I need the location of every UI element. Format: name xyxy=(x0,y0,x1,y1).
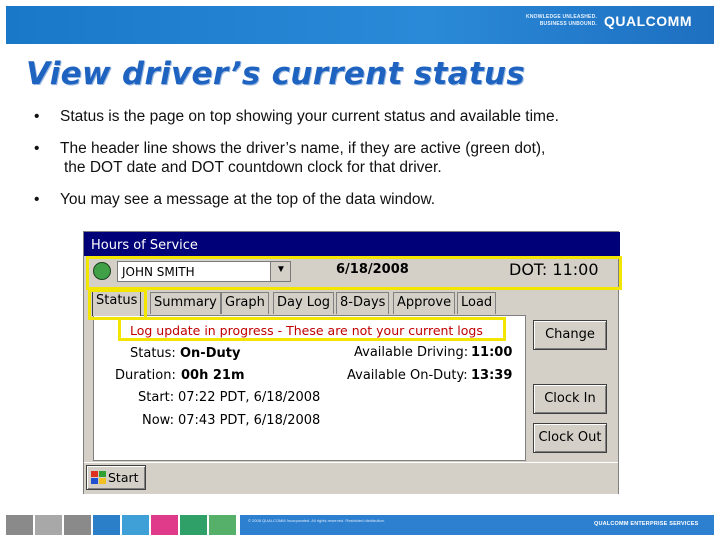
brand-tagline: KNOWLEDGE UNLEASHED. BUSINESS UNBOUND. xyxy=(526,14,597,27)
available-onduty-label: Available On-Duty: xyxy=(347,368,468,383)
change-button[interactable]: Change xyxy=(533,320,607,350)
tab-8-days[interactable]: 8-Days xyxy=(336,292,390,314)
bullet-dot-icon: • xyxy=(34,108,40,125)
driver-name: JOHN SMITH xyxy=(122,265,195,279)
footer-color-block xyxy=(209,515,236,535)
bullet-item: • You may see a message at the top of th… xyxy=(34,190,694,209)
tab-graph[interactable]: Graph xyxy=(221,292,269,314)
footer-color-block xyxy=(151,515,178,535)
dot-countdown-clock: DOT: 11:00 xyxy=(509,260,599,279)
active-status-dot-icon xyxy=(93,262,111,280)
start-label: Start xyxy=(108,470,139,485)
bullet-item: • The header line shows the driver’s nam… xyxy=(34,139,694,177)
now-value: 07:43 PDT, 6/18/2008 xyxy=(178,413,321,428)
start-button[interactable]: Start xyxy=(86,465,146,490)
available-driving-value: 11:00 xyxy=(471,345,513,360)
footer-brand: QUALCOMM ENTERPRISE SERVICES xyxy=(594,521,699,527)
chevron-down-icon: ▼ xyxy=(276,264,286,275)
footer-color-block xyxy=(93,515,120,535)
bullet-dot-icon: • xyxy=(34,191,40,208)
tab-summary[interactable]: Summary xyxy=(150,292,221,314)
status-label: Status: xyxy=(130,346,176,361)
available-driving-label: Available Driving: xyxy=(354,345,469,360)
footer-color-block xyxy=(6,515,33,535)
highlight-status-tab-box xyxy=(88,289,147,320)
start-value: 07:22 PDT, 6/18/2008 xyxy=(178,390,321,405)
taskbar xyxy=(84,462,618,494)
dropdown-button[interactable]: ▼ xyxy=(270,262,290,281)
tab-approve[interactable]: Approve xyxy=(393,292,456,314)
footer-color-block xyxy=(180,515,207,535)
windows-flag-icon xyxy=(91,471,106,485)
footer-copyright: © 2008 QUALCOMM Incorporated. All rights… xyxy=(248,518,386,523)
available-onduty-value: 13:39 xyxy=(471,368,513,383)
status-value: On-Duty xyxy=(180,346,241,361)
slide-title: View driver’s current status xyxy=(26,56,526,92)
dot-date: 6/18/2008 xyxy=(336,262,409,277)
start-label: Start: xyxy=(138,390,175,405)
bullet-list: • Status is the page on top showing your… xyxy=(34,107,694,222)
footer-color-block xyxy=(122,515,149,535)
brand-logo: QUALCOMM xyxy=(604,13,692,29)
log-update-message: Log update in progress - These are not y… xyxy=(118,317,506,341)
bullet-dot-icon: • xyxy=(34,140,40,157)
duration-label: Duration: xyxy=(115,368,176,383)
bullet-text-continued: the DOT date and DOT countdown clock for… xyxy=(64,159,442,176)
now-label: Now: xyxy=(142,413,174,428)
driver-select[interactable]: JOHN SMITH ▼ xyxy=(117,261,291,282)
message-text: Log update in progress - These are not y… xyxy=(130,323,483,338)
footer-color-block xyxy=(64,515,91,535)
footer-color-block xyxy=(35,515,62,535)
bullet-text: The header line shows the driver’s name,… xyxy=(60,140,546,157)
clock-out-button[interactable]: Clock Out xyxy=(533,423,607,453)
duration-value: 00h 21m xyxy=(181,368,245,383)
bullet-text: You may see a message at the top of the … xyxy=(60,191,436,208)
clock-in-button[interactable]: Clock In xyxy=(533,384,607,414)
bullet-text: Status is the page on top showing your c… xyxy=(60,108,559,125)
tab-day-log[interactable]: Day Log xyxy=(273,292,335,314)
window-title: Hours of Service xyxy=(84,232,620,256)
tab-load[interactable]: Load xyxy=(457,292,497,314)
bullet-item: • Status is the page on top showing your… xyxy=(34,107,694,126)
